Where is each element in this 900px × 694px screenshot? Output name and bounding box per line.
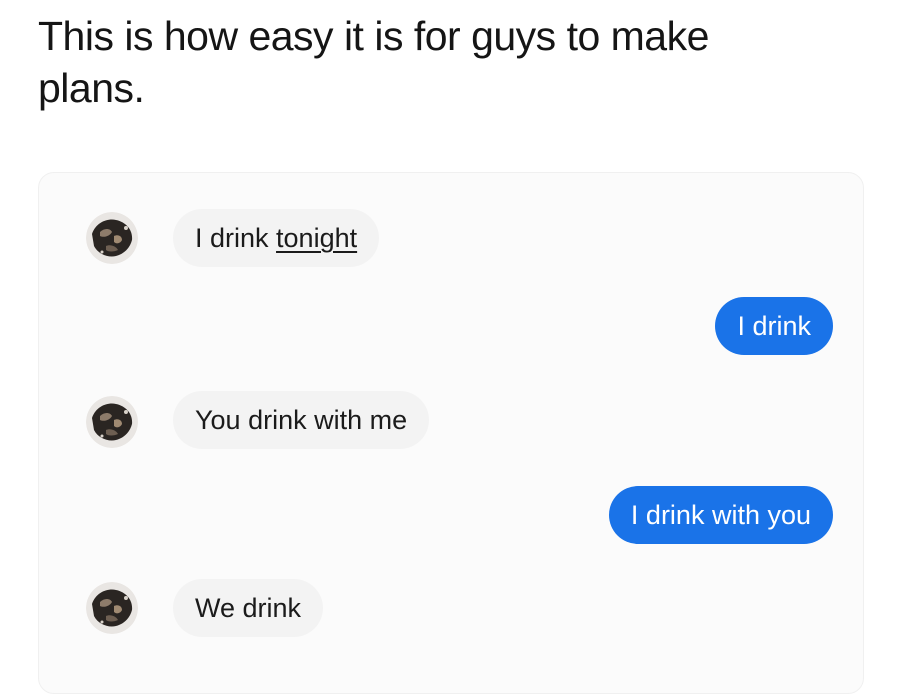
incoming-message-bubble[interactable]: You drink with me — [173, 391, 430, 449]
contact-avatar-icon[interactable] — [86, 396, 138, 448]
chat-thread[interactable]: I drink tonight I drink You drink with m… — [38, 172, 864, 694]
contact-avatar-icon[interactable] — [86, 582, 138, 634]
caption-line-1: This is how easy it is for guys to make — [38, 13, 709, 59]
message-text: We drink — [195, 593, 302, 623]
meme-caption: This is how easy it is for guys to make … — [38, 10, 868, 114]
smart-link-tonight[interactable]: tonight — [276, 223, 357, 253]
message-text: I drink — [195, 223, 277, 253]
incoming-message-bubble[interactable]: We drink — [173, 579, 324, 637]
message-text: I drink — [737, 311, 811, 341]
incoming-message-bubble[interactable]: I drink tonight — [173, 209, 380, 267]
message-text: I drink with you — [630, 500, 811, 530]
message-text: You drink with me — [195, 405, 408, 435]
outgoing-message-bubble[interactable]: I drink with you — [608, 486, 833, 544]
caption-line-2: plans. — [38, 65, 145, 111]
outgoing-message-bubble[interactable]: I drink — [715, 297, 833, 355]
contact-avatar-icon[interactable] — [86, 212, 138, 264]
